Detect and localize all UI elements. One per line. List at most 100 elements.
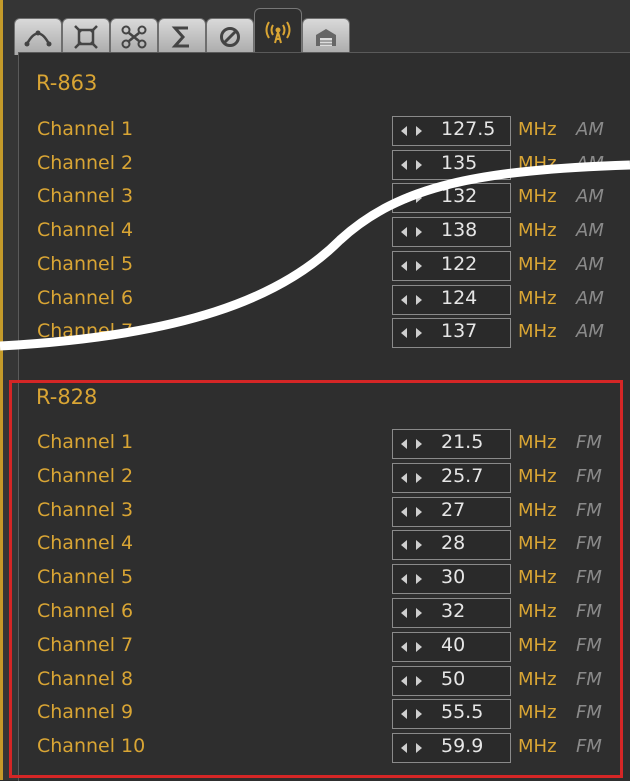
frequency-value[interactable]: 127.5 — [441, 118, 495, 140]
unit-label: MHz — [518, 119, 557, 140]
frequency-value[interactable]: 25.7 — [441, 465, 483, 487]
channel-label: Channel 3 — [37, 498, 134, 521]
tab-disabled[interactable] — [206, 18, 254, 55]
unit-label: MHz — [518, 465, 557, 487]
channel-label: Channel 2 — [37, 464, 134, 487]
decrement-arrow-icon[interactable] — [401, 227, 407, 238]
frequency-stepper[interactable]: 59.9 — [392, 733, 511, 764]
decrement-arrow-icon[interactable] — [401, 574, 407, 585]
increment-arrow-icon[interactable] — [416, 709, 422, 720]
frequency-stepper[interactable]: 21.5 — [392, 429, 511, 459]
increment-arrow-icon[interactable] — [416, 540, 422, 551]
increment-arrow-icon[interactable] — [416, 608, 422, 618]
channel-row: Channel 1 21.5 MHz FM — [0, 429, 630, 461]
channel-label: Channel 6 — [37, 286, 134, 309]
decrement-arrow-icon[interactable] — [401, 641, 407, 652]
increment-arrow-icon[interactable] — [416, 574, 422, 585]
frequency-value[interactable]: 122 — [441, 253, 477, 275]
increment-arrow-icon[interactable] — [416, 675, 422, 686]
frequency-stepper[interactable]: 124 — [392, 284, 511, 315]
frequency-stepper[interactable]: 137 — [392, 318, 511, 349]
frequency-stepper[interactable]: 40 — [392, 631, 511, 662]
frequency-stepper[interactable]: 32 — [392, 598, 511, 628]
channel-label: Channel 4 — [37, 532, 134, 555]
decrement-arrow-icon[interactable] — [401, 675, 407, 686]
unit-label: MHz — [518, 702, 557, 724]
unit-label: MHz — [518, 152, 557, 174]
frequency-value[interactable]: 132 — [441, 185, 477, 207]
frequency-value[interactable]: 40 — [441, 634, 465, 656]
channel-row: Channel 8 50 MHz FM — [0, 665, 630, 698]
channel-label: Channel 6 — [37, 600, 134, 622]
increment-arrow-icon[interactable] — [416, 126, 422, 136]
decrement-arrow-icon[interactable] — [401, 709, 407, 720]
tab-frame[interactable] — [62, 18, 110, 55]
decrement-arrow-icon[interactable] — [401, 743, 407, 754]
frequency-value[interactable]: 32 — [441, 600, 465, 622]
channel-row: Channel 7 137 MHz AM — [0, 318, 630, 350]
frequency-value[interactable]: 55.5 — [441, 701, 483, 723]
tab-sigma[interactable] — [158, 18, 206, 55]
frequency-stepper[interactable]: 28 — [392, 530, 511, 561]
frequency-stepper[interactable]: 122 — [392, 250, 511, 281]
increment-arrow-icon[interactable] — [416, 294, 422, 305]
increment-arrow-icon[interactable] — [416, 193, 422, 204]
frequency-stepper[interactable]: 50 — [392, 665, 511, 696]
increment-arrow-icon[interactable] — [416, 227, 422, 238]
decrement-arrow-icon[interactable] — [401, 439, 407, 449]
tab-drone[interactable] — [110, 18, 158, 55]
frequency-stepper[interactable]: 55.5 — [392, 699, 511, 730]
decrement-arrow-icon[interactable] — [401, 294, 407, 305]
frequency-value[interactable]: 28 — [441, 532, 465, 554]
decrement-arrow-icon[interactable] — [401, 608, 407, 618]
frequency-stepper[interactable]: 132 — [392, 183, 511, 214]
frequency-value[interactable]: 138 — [441, 219, 477, 241]
channel-row: Channel 5 122 MHz AM — [0, 250, 630, 283]
decrement-arrow-icon[interactable] — [401, 126, 407, 136]
increment-arrow-icon[interactable] — [416, 439, 422, 449]
frequency-value[interactable]: 137 — [441, 320, 477, 342]
tab-curve[interactable] — [14, 18, 62, 55]
frequency-value[interactable]: 124 — [441, 287, 477, 309]
channel-row: Channel 6 32 MHz FM — [0, 598, 630, 630]
decrement-arrow-icon[interactable] — [401, 506, 407, 517]
decrement-arrow-icon[interactable] — [401, 159, 407, 170]
decrement-arrow-icon[interactable] — [401, 472, 407, 483]
frequency-stepper[interactable]: 30 — [392, 564, 511, 595]
frequency-value[interactable]: 21.5 — [441, 431, 483, 453]
frequency-stepper[interactable]: 25.7 — [392, 462, 511, 493]
tab-radio[interactable] — [254, 8, 302, 55]
modulation-label: FM — [576, 668, 602, 690]
decrement-arrow-icon[interactable] — [401, 540, 407, 551]
increment-arrow-icon[interactable] — [416, 641, 422, 652]
curve-icon — [24, 30, 52, 47]
decrement-arrow-icon[interactable] — [401, 260, 407, 271]
decrement-arrow-icon[interactable] — [401, 193, 407, 204]
frequency-stepper[interactable]: 27 — [392, 496, 511, 527]
increment-arrow-icon[interactable] — [416, 260, 422, 271]
frequency-value[interactable]: 59.9 — [441, 735, 483, 757]
modulation-label: AM — [576, 152, 604, 174]
unit-label: MHz — [518, 321, 557, 343]
increment-arrow-icon[interactable] — [416, 743, 422, 754]
tab-hangar[interactable] — [302, 18, 350, 55]
modulation-label: FM — [576, 601, 602, 622]
unit-label: MHz — [518, 567, 557, 589]
frequency-value[interactable]: 50 — [441, 668, 465, 690]
frequency-value[interactable]: 30 — [441, 566, 465, 588]
increment-arrow-icon[interactable] — [416, 159, 422, 170]
decrement-arrow-icon[interactable] — [401, 328, 407, 339]
frequency-stepper[interactable]: 127.5 — [392, 116, 511, 146]
channel-row: Channel 2 135 MHz AM — [0, 149, 630, 182]
increment-arrow-icon[interactable] — [416, 328, 422, 339]
increment-arrow-icon[interactable] — [416, 506, 422, 517]
frequency-stepper[interactable]: 138 — [392, 217, 511, 248]
frequency-value[interactable]: 135 — [441, 152, 477, 174]
channel-label: Channel 10 — [37, 735, 146, 758]
modulation-label: FM — [576, 736, 602, 758]
hangar-icon — [316, 29, 336, 46]
frequency-stepper[interactable]: 135 — [392, 149, 511, 180]
modulation-label: AM — [576, 253, 604, 275]
increment-arrow-icon[interactable] — [416, 472, 422, 483]
frequency-value[interactable]: 27 — [441, 499, 465, 521]
